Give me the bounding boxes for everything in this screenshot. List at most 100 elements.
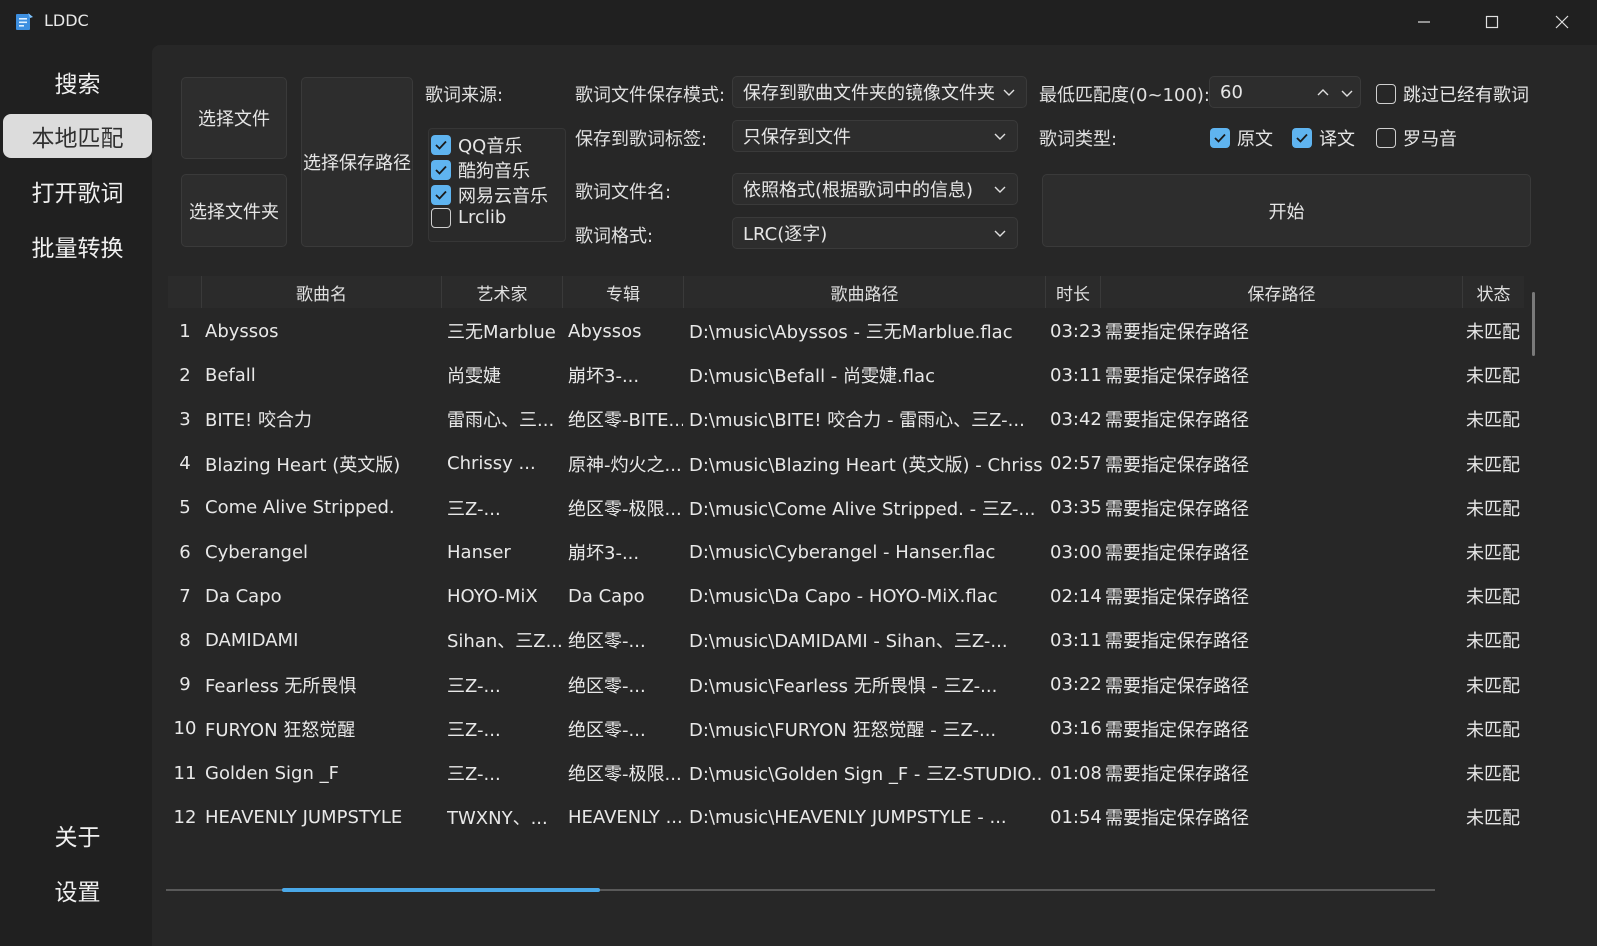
cell-save-path: 需要指定保存路径 — [1105, 675, 1249, 697]
chevron-up-icon[interactable] — [1316, 86, 1330, 100]
cell-status: 未匹配 — [1466, 675, 1520, 697]
type-translation-checkbox[interactable]: 译文 — [1292, 125, 1355, 151]
header-duration[interactable]: 时长 — [1046, 276, 1101, 308]
cell-album: 绝区零-... — [568, 719, 646, 741]
checkbox-label: 译文 — [1319, 129, 1355, 150]
cell-album: 崩坏3-... — [568, 543, 640, 564]
close-button[interactable] — [1528, 0, 1596, 44]
table-row[interactable]: 5 Come Alive Stripped. 三Z-... 绝区零-极限... D:\m… — [168, 486, 1524, 530]
checkbox-label: QQ音乐 — [458, 136, 523, 157]
cell-save-path: 需要指定保存路径 — [1105, 410, 1249, 432]
table-row[interactable]: 6 Cyberangel Hanser 崩坏3-... D:\music\Cyberan… — [168, 530, 1524, 574]
table-row[interactable]: 2 Befall 尚雯婕 崩坏3-... D:\music\Befall - 尚雯婕.f… — [168, 353, 1524, 397]
cell-song-name: BITE! 咬合力 — [205, 410, 312, 432]
sidebar-item-about[interactable]: 关于 — [3, 813, 152, 857]
source-kugou-checkbox[interactable]: 酷狗音乐 — [431, 157, 530, 183]
sidebar-item-search[interactable]: 搜索 — [3, 60, 152, 104]
checkbox-label: 跳过已经有歌词 — [1403, 85, 1529, 106]
lyrics-type-label: 歌词类型: — [1039, 129, 1118, 150]
cell-status: 未匹配 — [1466, 322, 1520, 343]
table-row[interactable]: 1 Abyssos 三无Marblue Abyssos D:\music\Abyssos… — [168, 309, 1524, 353]
cell-duration: 03:23 — [1050, 320, 1102, 342]
chevron-down-icon[interactable] — [1340, 86, 1354, 100]
checkbox-label: 网易云音乐 — [458, 186, 548, 207]
lyrics-source-label: 歌词来源: — [425, 85, 504, 106]
checkbox-checked-icon — [431, 185, 451, 205]
select-save-path-button[interactable]: 选择保存路径 — [301, 77, 413, 247]
skip-existing-checkbox[interactable]: 跳过已经有歌词 — [1376, 81, 1529, 107]
minimize-button[interactable] — [1390, 0, 1458, 44]
checkbox-checked-icon — [431, 135, 451, 155]
cell-status: 未匹配 — [1466, 808, 1520, 830]
table-row[interactable]: 7 Da Capo HOYO-MiX Da Capo D:\music\Da Capo … — [168, 574, 1524, 618]
header-artist[interactable]: 艺术家 — [442, 276, 563, 308]
select-file-button[interactable]: 选择文件 — [181, 77, 287, 159]
table-row[interactable]: 9 Fearless 无所畏惧 三Z-... 绝区零-... D:\music\Fear… — [168, 663, 1524, 707]
cell-duration: 03:11 — [1050, 629, 1102, 651]
checkbox-label: Lrclib — [458, 207, 507, 228]
header-song-name[interactable]: 歌曲名 — [202, 276, 442, 308]
cell-song-name: Abyssos — [205, 320, 279, 342]
table-row[interactable]: 4 Blazing Heart (英文版) Chrissy ... 原神-灼火之...… — [168, 442, 1524, 486]
table-row[interactable]: 10 FURYON 狂怒觉醒 三Z-... 绝区零-... D:\music\FURYO… — [168, 707, 1524, 751]
cell-duration: 03:22 — [1050, 674, 1102, 696]
cell-song-path: D:\music\BITE! 咬合力 - 雷雨心、三Z-... — [689, 410, 1025, 432]
row-number: 10 — [173, 718, 197, 740]
vertical-scrollbar[interactable] — [1532, 292, 1535, 356]
type-original-checkbox[interactable]: 原文 — [1210, 125, 1273, 151]
sidebar-item-local-match[interactable]: 本地匹配 — [3, 114, 152, 158]
cell-album: 原神-灼火之... — [568, 454, 682, 476]
sidebar-item-batch-convert[interactable]: 批量转换 — [3, 224, 152, 268]
table-row[interactable]: 12 HEAVENLY JUMPSTYLE TWXNY、... HEAVENLY ..… — [168, 795, 1524, 839]
save-mode-label: 歌词文件保存模式: — [575, 85, 726, 106]
window-title: LDDC — [44, 11, 89, 30]
checkbox-unchecked-icon — [1376, 84, 1396, 104]
spinbox-value: 60 — [1220, 81, 1243, 103]
header-song-path[interactable]: 歌曲路径 — [684, 276, 1046, 308]
save-tag-select[interactable]: 只保存到文件 — [732, 120, 1018, 152]
min-match-spinbox[interactable]: 60 — [1209, 76, 1361, 108]
checkbox-label: 原文 — [1237, 129, 1273, 150]
filename-select[interactable]: 依照格式(根据歌词中的信息) — [732, 173, 1018, 205]
checkbox-unchecked-icon — [1376, 128, 1396, 148]
format-label: 歌词格式: — [575, 226, 654, 247]
format-select[interactable]: LRC(逐字) — [732, 217, 1018, 249]
song-table: 歌曲名 艺术家 专辑 歌曲路径 时长 保存路径 状态 1 Abyssos 三无Mar… — [168, 276, 1524, 840]
source-qq-checkbox[interactable]: QQ音乐 — [431, 132, 522, 158]
checkbox-checked-icon — [431, 160, 451, 180]
header-save-path[interactable]: 保存路径 — [1101, 276, 1463, 308]
cell-save-path: 需要指定保存路径 — [1105, 808, 1249, 830]
save-mode-select[interactable]: 保存到歌曲文件夹的镜像文件夹 — [732, 76, 1027, 108]
source-lrclib-checkbox[interactable]: Lrclib — [431, 207, 506, 228]
table-row[interactable]: 8 DAMIDAMI Sihan、三Z... 绝区零-... D:\music\DAMI… — [168, 618, 1524, 662]
sidebar-item-settings[interactable]: 设置 — [3, 868, 152, 912]
chevron-down-icon — [994, 230, 1006, 237]
cell-song-path: D:\music\Blazing Heart (英文版) - Chriss... — [689, 454, 1044, 476]
cell-song-path: D:\music\Da Capo - HOYO-MiX.flac — [689, 585, 998, 607]
cell-status: 未匹配 — [1466, 410, 1520, 432]
checkbox-unchecked-icon — [431, 207, 451, 228]
select-folder-button[interactable]: 选择文件夹 — [181, 174, 287, 247]
cell-album: 绝区零-... — [568, 675, 646, 697]
cell-album: 绝区零-极限... — [568, 764, 682, 785]
cell-album: 绝区零-BITE... — [568, 410, 683, 432]
chevron-down-icon — [1003, 89, 1015, 96]
cell-song-path: D:\music\Golden Sign _F - 三Z-STUDIO... — [689, 764, 1044, 785]
header-album[interactable]: 专辑 — [563, 276, 684, 308]
cell-artist: Sihan、三Z... — [447, 631, 562, 653]
cell-duration: 03:00 — [1050, 541, 1102, 563]
type-romaji-checkbox[interactable]: 罗马音 — [1376, 125, 1457, 151]
cell-song-path: D:\music\HEAVENLY JUMPSTYLE - ... — [689, 806, 1007, 828]
source-netease-checkbox[interactable]: 网易云音乐 — [431, 182, 548, 208]
start-button[interactable]: 开始 — [1042, 174, 1531, 247]
header-status[interactable]: 状态 — [1463, 276, 1524, 308]
horizontal-scrollbar-thumb[interactable] — [282, 888, 600, 892]
table-row[interactable]: 11 Golden Sign _F 三Z-... 绝区零-极限... D:\music\… — [168, 751, 1524, 795]
table-row[interactable]: 3 BITE! 咬合力 雷雨心、三... 绝区零-BITE... D:\music\BI… — [168, 397, 1524, 441]
row-number: 5 — [179, 497, 191, 519]
maximize-button[interactable] — [1458, 0, 1526, 44]
sidebar-item-open-lyrics[interactable]: 打开歌词 — [3, 169, 152, 213]
cell-song-name: DAMIDAMI — [205, 629, 299, 651]
cell-status: 未匹配 — [1466, 454, 1520, 476]
cell-artist: 雷雨心、三... — [447, 410, 555, 432]
